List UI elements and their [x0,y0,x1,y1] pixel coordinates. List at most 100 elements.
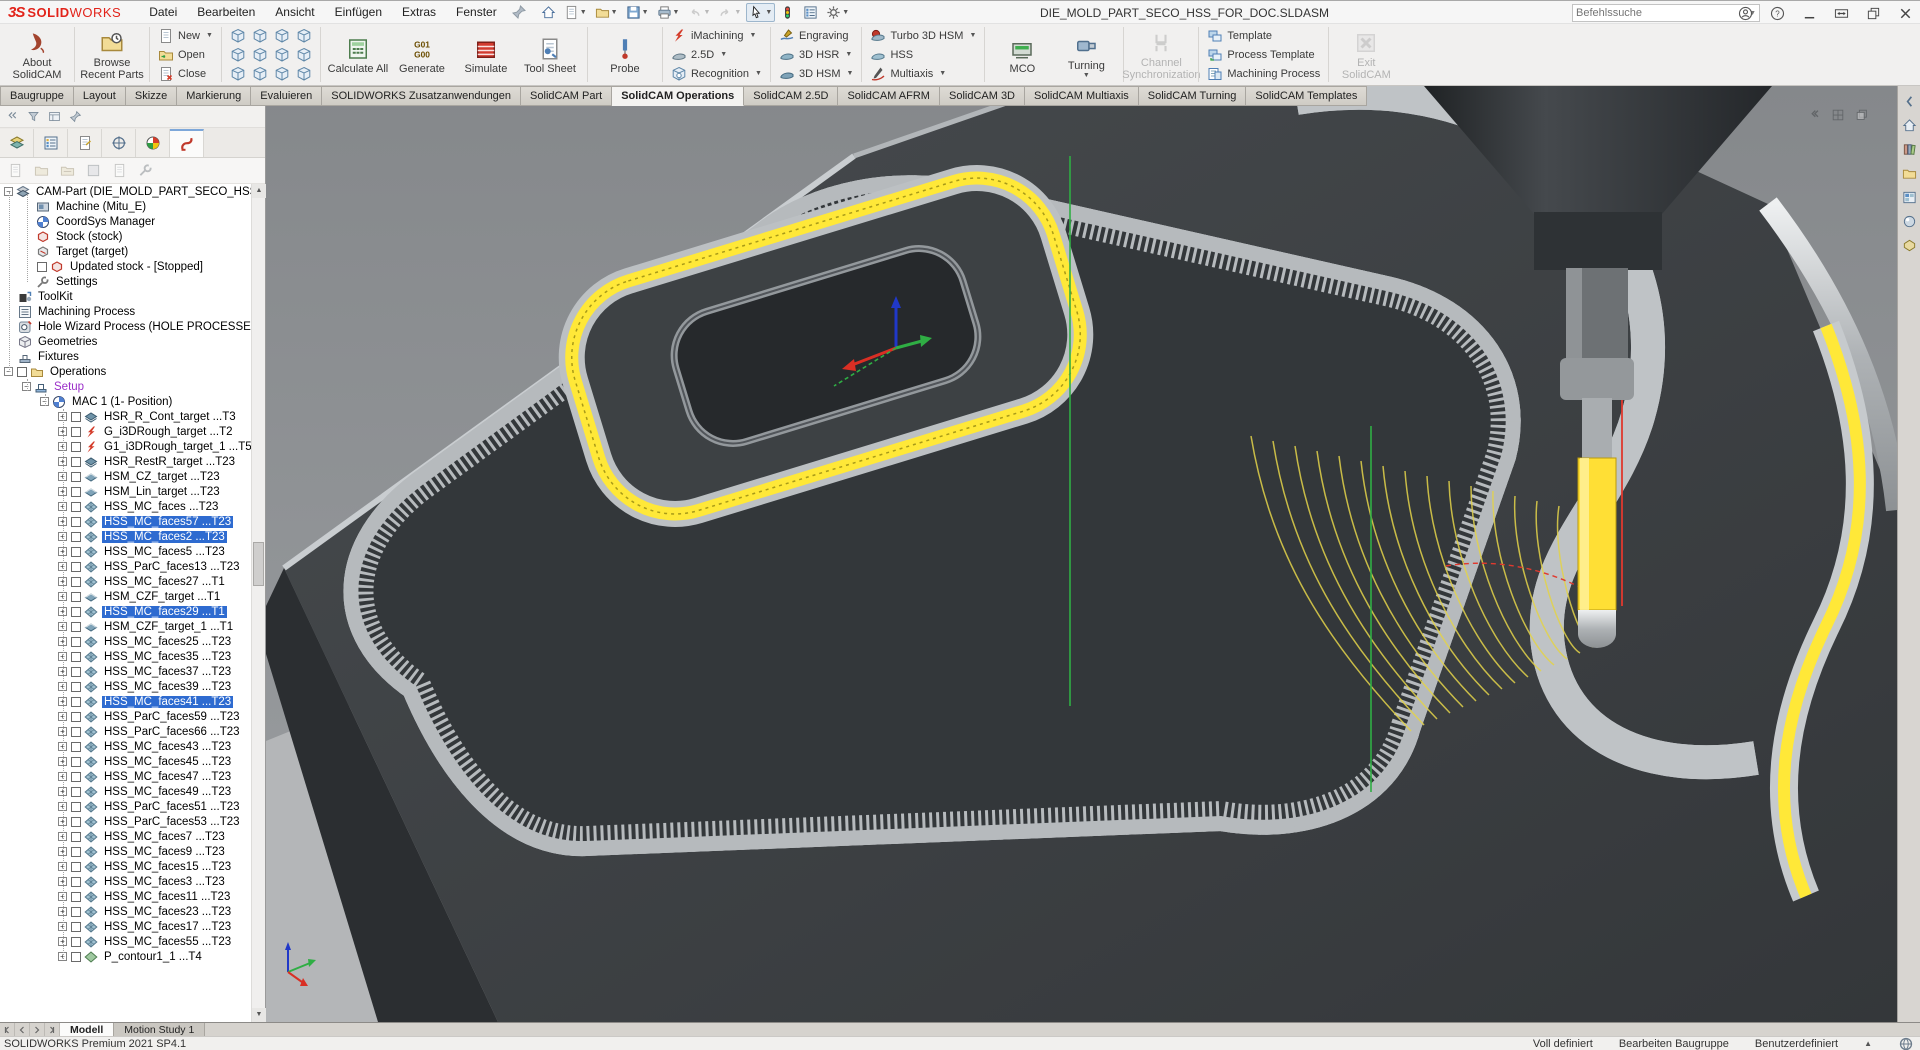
menu-einfügen[interactable]: Einfügen [325,2,392,22]
visibility-checkbox[interactable] [37,262,47,272]
visibility-checkbox[interactable] [71,862,81,872]
visibility-checkbox[interactable] [71,802,81,812]
home-button[interactable] [538,3,559,22]
tree-row[interactable]: +HSR_R_Cont_target ...T3 [0,409,251,424]
browse-recent-parts-button[interactable]: Browse Recent Parts [80,28,144,81]
tab-baugruppe[interactable]: Baugruppe [0,86,74,106]
tree-row[interactable]: +HSM_Lin_target ...T23 [0,484,251,499]
view-cube-icon[interactable] [252,66,268,82]
cam-tree[interactable]: −CAM-Part (DIE_MOLD_PART_SECO_HSS_FOR_DO… [0,184,251,1022]
search-input[interactable] [1576,7,1747,19]
tree-item-label[interactable]: HSM_Lin_target ...T23 [102,486,222,498]
tree-row[interactable]: +HSR_RestR_target ...T23 [0,454,251,469]
tool-sheet-button[interactable]: Tool Sheet [518,34,582,75]
select-cursor-button[interactable]: ▼ [746,3,775,22]
tree-row[interactable]: Machine (Mitu_E) [0,199,251,214]
menu-extras[interactable]: Extras [392,2,446,22]
tree-item-label[interactable]: HSS_MC_faces3 ...T23 [102,876,227,888]
menu-datei[interactable]: Datei [139,2,187,22]
tab-evaluieren[interactable]: Evaluieren [251,86,322,106]
pin-menu-icon[interactable] [511,4,527,20]
tree-row[interactable]: +HSS_MC_faces37 ...T23 [0,664,251,679]
tree-item-label[interactable]: HSS_MC_faces ...T23 [102,501,220,513]
open-button[interactable]: Open [155,46,216,63]
visibility-checkbox[interactable] [71,442,81,452]
tree-item-label[interactable]: ToolKit [36,291,75,303]
turbo-3d-hsm-button[interactable]: Turbo 3D HSM▼ [867,27,979,44]
visibility-checkbox[interactable] [71,832,81,842]
menu-bearbeiten[interactable]: Bearbeiten [187,2,265,22]
about-solidcam-button[interactable]: About SolidCAM [5,28,69,81]
dropdown-icon[interactable]: ▼ [750,32,757,39]
tree-item-label[interactable]: HSS_ParC_faces59 ...T23 [102,711,242,723]
save-button[interactable]: ▼ [623,3,652,22]
multiaxis-button[interactable]: Multiaxis▼ [867,65,979,82]
visibility-checkbox[interactable] [71,937,81,947]
tree-item-label[interactable]: Hole Wizard Process (HOLE PROCESSES - SO… [36,321,251,333]
model-tab-modell[interactable]: Modell [60,1023,114,1036]
tree-scrollbar[interactable]: ▲ ▼ [251,184,265,1022]
tree-item-label[interactable]: HSS_MC_faces43 ...T23 [102,741,233,753]
tree-item-label[interactable]: HSS_ParC_faces13 ...T23 [102,561,242,573]
tree-row[interactable]: +HSS_MC_faces35 ...T23 [0,649,251,664]
3d-hsm-button[interactable]: 3D HSM▼ [776,65,857,82]
visibility-checkbox[interactable] [71,532,81,542]
tree-item-label[interactable]: CoordSys Manager [54,216,157,228]
tree-item-label[interactable]: HSR_RestR_target ...T23 [102,456,237,468]
new-document-button[interactable]: ▼ [561,3,590,22]
view-cube-icon[interactable] [296,28,312,44]
view-cube-icon[interactable] [274,28,290,44]
tree-item-label[interactable]: G_i3DRough_target ...T2 [102,426,235,438]
collapse-arrows-icon[interactable] [6,110,19,123]
dropdown-icon[interactable]: ▼ [842,9,849,16]
visibility-checkbox[interactable] [71,847,81,857]
dropdown-icon[interactable]: ▼ [969,32,976,39]
new-button[interactable]: New▼ [155,27,216,44]
view-cube-icon[interactable] [252,28,268,44]
tree-row[interactable]: +HSS_ParC_faces59 ...T23 [0,709,251,724]
tree-row[interactable]: +HSS_MC_faces3 ...T23 [0,874,251,889]
dropdown-icon[interactable]: ▼ [845,51,852,58]
tree-row[interactable]: Machining Process [0,304,251,319]
dropdown-icon[interactable]: ▼ [580,9,587,16]
view-cube-icon[interactable] [274,47,290,63]
menu-ansicht[interactable]: Ansicht [265,2,324,22]
dropdown-icon[interactable]: ▼ [642,9,649,16]
visibility-checkbox[interactable] [71,757,81,767]
tree-item-label[interactable]: Operations [48,366,108,378]
tree-row[interactable]: Stock (stock) [0,229,251,244]
visibility-checkbox[interactable] [71,472,81,482]
tree-item-label[interactable]: HSS_MC_faces27 ...T1 [102,576,227,588]
view-cube-icon[interactable] [230,28,246,44]
scrollbar-thumb[interactable] [253,542,264,586]
tree-item-label[interactable]: HSS_MC_faces2 ...T23 [102,531,227,543]
tree-row[interactable]: +HSS_MC_faces11 ...T23 [0,889,251,904]
visibility-checkbox[interactable] [71,667,81,677]
tree-row[interactable]: −MAC 1 (1- Position) [0,394,251,409]
tree-item-label[interactable]: HSS_MC_faces49 ...T23 [102,786,233,798]
process-template-button[interactable]: Process Template [1204,46,1323,63]
tile-windows-icon[interactable] [1831,108,1845,122]
tree-item-label[interactable]: HSS_MC_faces29 ...T1 [102,606,227,618]
visibility-checkbox[interactable] [71,907,81,917]
tab-solidcam-afrm[interactable]: SolidCAM AFRM [838,86,940,106]
tab-solidworks-zusatzanwendungen[interactable]: SOLIDWORKS Zusatzanwendungen [322,86,521,106]
propertymanager-tab[interactable] [34,129,68,157]
tree-row[interactable]: +HSS_MC_faces41 ...T23 [0,694,251,709]
tree-item-label[interactable]: Settings [54,276,100,288]
tab-solidcam-3d[interactable]: SolidCAM 3D [940,86,1025,106]
featuremanager-tab[interactable] [0,129,34,157]
tree-item-label[interactable]: HSS_MC_faces47 ...T23 [102,771,233,783]
tree-item-label[interactable]: HSS_MC_faces11 ...T23 [102,891,232,903]
dropdown-icon[interactable]: ▼ [611,9,618,16]
template-button[interactable]: Template [1204,27,1323,44]
tree-item-label[interactable]: Fixtures [36,351,81,363]
dropdown-icon[interactable]: ▼ [765,9,772,16]
dimxpert-tab[interactable] [102,129,136,157]
tree-row[interactable]: +HSS_MC_faces23 ...T23 [0,904,251,919]
view-cube-icon[interactable] [296,47,312,63]
expand-taskpane-icon[interactable] [1902,94,1917,109]
tree-item-label[interactable]: HSS_MC_faces9 ...T23 [102,846,227,858]
visibility-checkbox[interactable] [71,577,81,587]
span-displays-button[interactable] [1830,3,1852,23]
